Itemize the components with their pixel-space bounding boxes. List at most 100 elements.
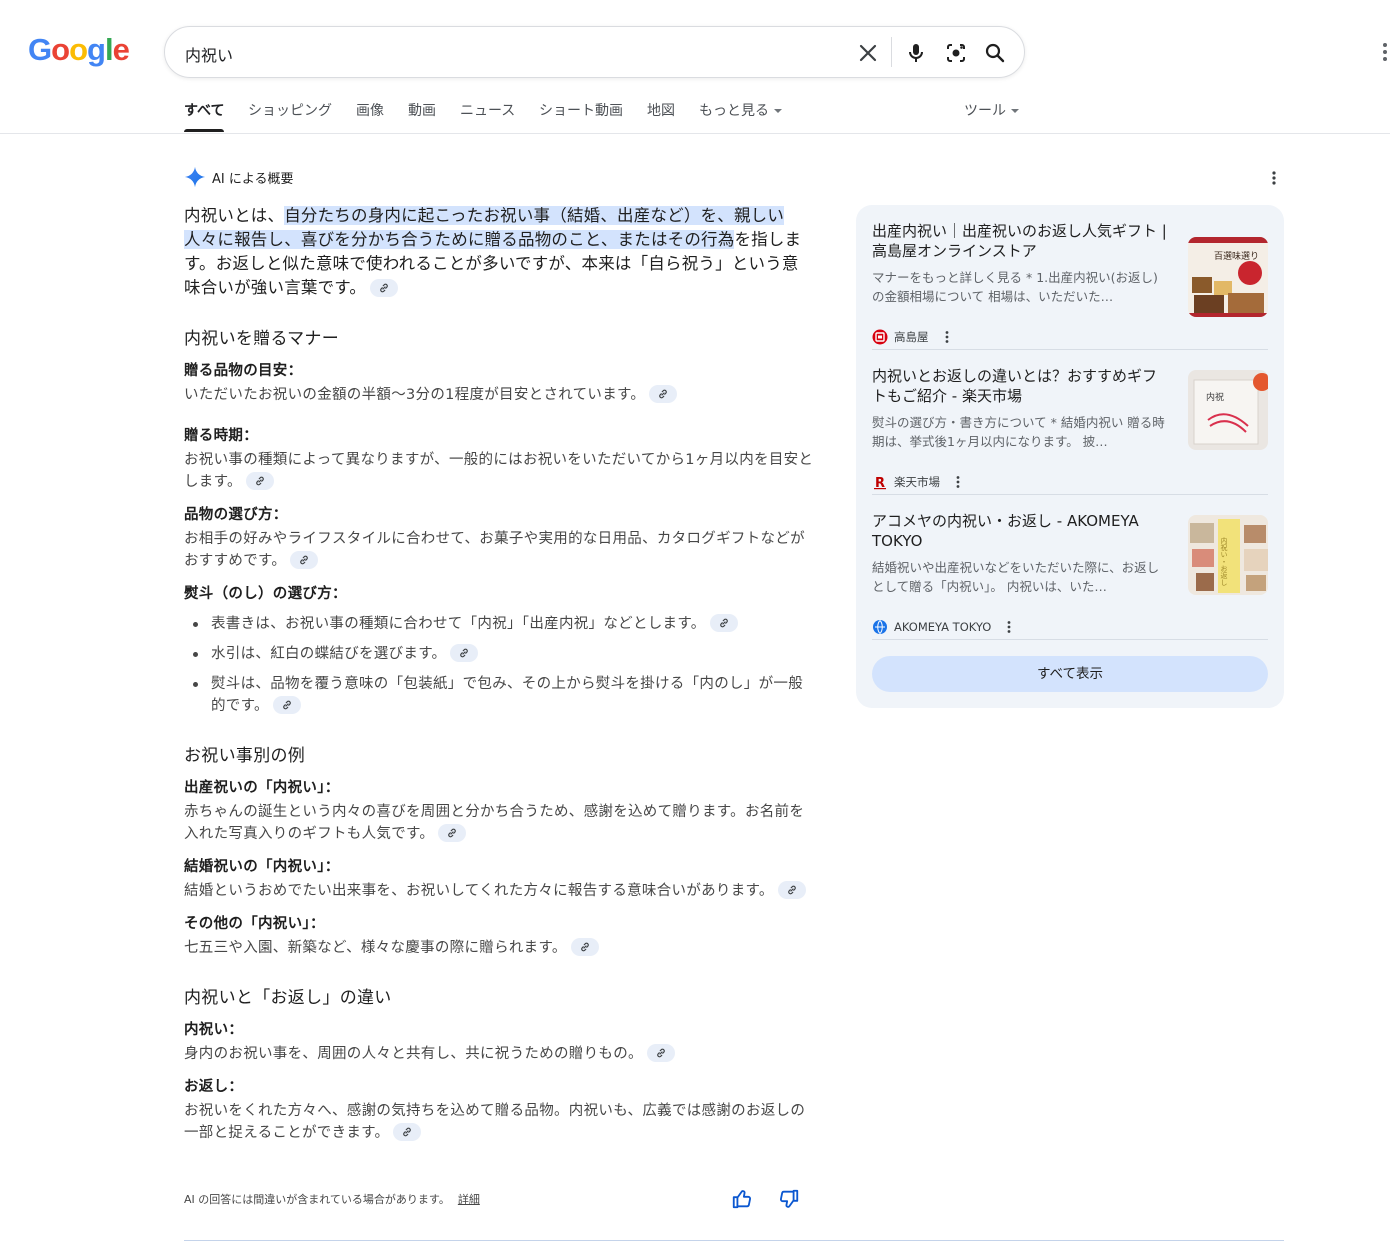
section-item: 出産祝いの「内祝い」： 赤ちゃんの誕生という内々の喜びを周囲と分かち合うため、感…	[184, 776, 814, 845]
search-icon[interactable]	[983, 41, 1007, 65]
more-options-icon[interactable]	[1377, 40, 1390, 64]
search-divider	[891, 37, 892, 67]
link-icon	[282, 700, 291, 710]
more-options-icon[interactable]	[1003, 620, 1015, 634]
source-thumbnail[interactable]: 内祝	[1188, 370, 1268, 450]
item-label: 内祝い：	[184, 1022, 244, 1038]
source-title[interactable]: 出産内祝い｜出産祝いのお返し人気ギフト | 高島屋オンラインストア	[872, 221, 1168, 261]
thumbs-down-icon[interactable]	[778, 1188, 800, 1210]
item-text: 赤ちゃんの誕生という内々の喜びを周囲と分かち合うため、感謝を込めて贈ります。お名…	[184, 801, 814, 845]
bullet-text: 表書きは、お祝い事の種類に合わせて「内祝」「出産内祝」などとします。	[211, 616, 706, 632]
item-label: 熨斗（のし）の選び方：	[184, 586, 347, 602]
clear-icon[interactable]	[856, 41, 880, 65]
source-snippet: マナーをもっと詳しく見る * 1.出産内祝い(お返し)の金額相場について 相場は…	[872, 270, 1158, 304]
citation-link[interactable]	[646, 1044, 675, 1062]
citation-link[interactable]	[245, 472, 274, 490]
citation-link[interactable]	[570, 938, 599, 956]
citation-link[interactable]	[709, 614, 738, 632]
citation-link[interactable]	[438, 824, 467, 842]
section-item: 贈る品物の目安： いただいたお祝いの金額の半額〜3分の1程度が目安とされています…	[184, 359, 814, 406]
section-heading: お祝い事別の例	[184, 746, 306, 766]
thumb-caption: 百選味選り	[1214, 250, 1259, 262]
tab-label: もっと見る	[699, 103, 769, 119]
source-attribution: 高島屋	[872, 329, 953, 345]
source-title[interactable]: アコメヤの内祝い・お返し - AKOMEYA TOKYO	[872, 511, 1168, 551]
tab-label: 地図	[647, 103, 675, 119]
citation-link[interactable]	[777, 881, 806, 899]
tab-more[interactable]: もっと見る	[699, 100, 782, 120]
item-body: 結婚というおめでたい出来事を、お祝いしてくれた方々に報告する意味合いがあります。	[184, 883, 774, 899]
link-icon	[580, 942, 589, 952]
tab-tools[interactable]: ツール	[964, 100, 1019, 120]
section-item: お返し： お祝いをくれた方々へ、感謝の気持ちを込めて贈る品物。内祝いも、広義では…	[184, 1075, 814, 1144]
tab-images[interactable]: 画像	[356, 100, 384, 120]
section-heading: 内祝いと「お返し」の違い	[184, 988, 392, 1008]
search-box[interactable]: 内祝い	[164, 26, 1025, 78]
item-label: 贈る品物の目安：	[184, 363, 303, 379]
citation-link[interactable]	[649, 385, 678, 403]
section-item: 熨斗（のし）の選び方： 表書きは、お祝い事の種類に合わせて「内祝」「出産内祝」な…	[184, 582, 814, 717]
source-title[interactable]: 内祝いとお返しの違いとは？おすすめギフトもご紹介 - 楽天市場	[872, 366, 1168, 406]
header-divider	[0, 133, 1390, 134]
gemini-sparkle-icon	[184, 166, 206, 188]
search-input[interactable]: 内祝い	[185, 42, 233, 66]
google-logo[interactable]: Google	[28, 32, 130, 68]
citation-link[interactable]	[290, 551, 319, 569]
list-item: 熨斗は、品物を覆う意味の「包装紙」で包み、その上から熨斗を掛ける「内のし」が一般…	[184, 673, 814, 717]
svg-text:R: R	[875, 476, 885, 490]
card-divider	[872, 349, 1268, 350]
tab-videos[interactable]: 動画	[408, 100, 436, 120]
ai-options-icon[interactable]	[1266, 170, 1282, 186]
tab-maps[interactable]: 地図	[647, 100, 675, 120]
source-card[interactable]: アコメヤの内祝い・お返し - AKOMEYA TOKYO 結婚祝いや出産祝いなど…	[872, 511, 1268, 641]
link-icon	[255, 476, 264, 486]
source-name: 楽天市場	[894, 475, 940, 489]
source-card[interactable]: 出産内祝い｜出産祝いのお返し人気ギフト | 高島屋オンラインストア マナーをもっ…	[872, 221, 1268, 351]
item-body: 七五三や入園、新築など、様々な慶事の際に贈られます。	[184, 940, 567, 956]
ai-overview-title: AI による概要	[212, 171, 294, 187]
camera-lens-icon[interactable]	[944, 41, 968, 65]
source-name: 高島屋	[894, 330, 929, 344]
citation-link[interactable]	[370, 278, 399, 297]
item-label: その他の「内祝い」：	[184, 916, 325, 932]
source-thumbnail[interactable]: 百選味選り	[1188, 237, 1268, 317]
section-item: 結婚祝いの「内祝い」： 結婚というおめでたい出来事を、お祝いしてくれた方々に報告…	[184, 855, 814, 902]
logo-letter: G	[28, 32, 52, 67]
citation-link[interactable]	[272, 696, 301, 714]
section-item: その他の「内祝い」： 七五三や入園、新築など、様々な慶事の際に贈られます。	[184, 912, 814, 959]
details-link[interactable]: 詳細	[458, 1193, 480, 1206]
item-body: お祝い事の種類によって異なりますが、一般的にはお祝いをいただいてから1ヶ月以内を…	[184, 452, 814, 490]
thumbs-up-icon[interactable]	[731, 1188, 753, 1210]
disclaimer-text: AI の回答には間違いが含まれている場合があります。	[184, 1193, 450, 1206]
link-icon	[403, 1127, 412, 1137]
citation-link[interactable]	[450, 644, 479, 662]
tab-label: ツール	[964, 103, 1006, 119]
akomeya-gift-image: 内祝い・お返し	[1188, 515, 1268, 595]
source-thumbnail[interactable]: 内祝い・お返し	[1188, 515, 1268, 595]
more-options-icon[interactable]	[941, 330, 953, 344]
section-item: 内祝い： 身内のお祝い事を、周囲の人々と共有し、共に祝うための贈りもの。	[184, 1018, 814, 1065]
microphone-icon[interactable]	[904, 41, 928, 65]
tab-label: ニュース	[460, 103, 516, 119]
tab-short-videos[interactable]: ショート動画	[539, 100, 623, 120]
source-card[interactable]: 内祝いとお返しの違いとは？おすすめギフトもご紹介 - 楽天市場 熨斗の選び方・書…	[872, 366, 1268, 496]
citation-link[interactable]	[393, 1123, 422, 1141]
item-text: お祝いをくれた方々へ、感謝の気持ちを込めて贈る品物。内祝いも、広義では感謝のお返…	[184, 1100, 814, 1144]
tab-shopping[interactable]: ショッピング	[248, 100, 332, 120]
bullet-text: 水引は、紅白の蝶結びを選びます。	[211, 646, 447, 662]
source-attribution: AKOMEYA TOKYO	[872, 619, 1015, 635]
ai-summary: 内祝いとは、自分たちの身内に起こったお祝い事（結婚、出産など）を、親しい人々に報…	[184, 204, 814, 300]
logo-letter: o	[69, 32, 88, 67]
logo-letter: o	[51, 32, 70, 67]
tab-label: すべて	[184, 103, 225, 119]
source-snippet: 熨斗の選び方・書き方について * 結婚内祝い 贈る時期は、挙式後1ヶ月以内になり…	[872, 415, 1165, 449]
tab-all[interactable]: すべて	[184, 100, 225, 132]
ai-overview-header: AI による概要	[184, 166, 293, 188]
section-item: 品物の選び方： お相手の好みやライフスタイルに合わせて、お菓子や実用的な日用品、…	[184, 503, 814, 572]
list-item: 表書きは、お祝い事の種類に合わせて「内祝」「出産内祝」などとします。	[184, 613, 814, 635]
more-options-icon[interactable]	[952, 475, 964, 489]
show-all-button[interactable]: すべて表示	[872, 656, 1268, 692]
card-divider	[872, 639, 1268, 640]
link-icon	[719, 618, 728, 628]
tab-news[interactable]: ニュース	[460, 100, 515, 120]
